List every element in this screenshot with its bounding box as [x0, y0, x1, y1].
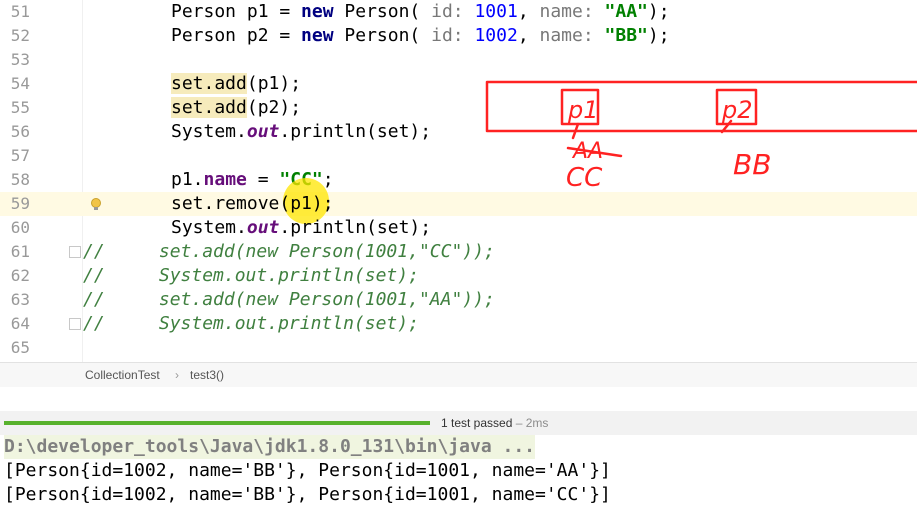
test-status-text: 1 test passed – 2ms: [441, 416, 549, 430]
console-output-line: [Person{id=1002, name='BB'}, Person{id=1…: [4, 484, 611, 505]
annotation-p2-value: BB: [733, 148, 771, 181]
run-console[interactable]: D:\developer_tools\Java\jdk1.8.0_131\bin…: [0, 435, 917, 523]
code-editor[interactable]: 51 Person p1 = new Person( id: 1001, nam…: [0, 0, 917, 362]
annotation-p2-label: p2: [721, 96, 753, 124]
test-progress-bar: [4, 421, 430, 425]
annotation-new-value: CC: [566, 163, 603, 193]
annotation-p1-label: p1: [567, 96, 599, 124]
annotation-old-value: AA: [571, 139, 603, 164]
hand-drawn-annotation: p1 p2 AA CC BB: [485, 80, 917, 193]
panel-divider: [0, 387, 917, 411]
annotation-set-box: [485, 80, 917, 133]
test-status-bar: 1 test passed – 2ms: [0, 411, 917, 435]
console-output-line: [Person{id=1002, name='BB'}, Person{id=1…: [4, 460, 611, 481]
breadcrumb: CollectionTest › test3(): [0, 362, 917, 388]
console-command-line: D:\developer_tools\Java\jdk1.8.0_131\bin…: [4, 435, 536, 459]
breadcrumb-separator-icon: ›: [175, 368, 179, 382]
breadcrumb-method[interactable]: test3(): [190, 363, 224, 387]
breadcrumb-class[interactable]: CollectionTest: [85, 363, 160, 387]
